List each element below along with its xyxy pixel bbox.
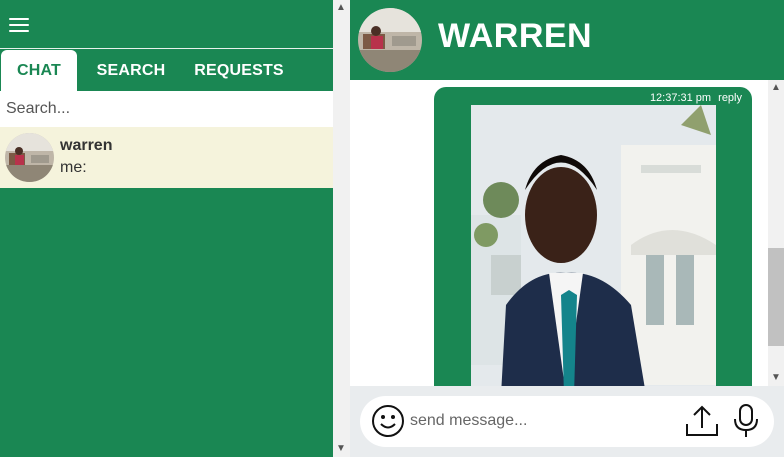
scroll-down-arrow-icon[interactable]: ▼ — [333, 441, 349, 457]
search-input[interactable] — [0, 91, 333, 127]
conversation-title: WARREN — [438, 17, 593, 55]
tab-bar: CHAT SEARCH REQUESTS — [0, 50, 333, 91]
sidebar-topbar — [0, 0, 333, 49]
tab-chat[interactable]: CHAT — [1, 50, 77, 91]
sidebar-scrollbar[interactable]: ▲ ▼ — [333, 0, 350, 457]
tab-requests[interactable]: REQUESTS — [186, 50, 292, 91]
conversation-header: WARREN — [350, 0, 784, 80]
reply-link[interactable]: reply — [718, 92, 742, 104]
messages-scrollbar[interactable]: ▲ ▼ — [768, 80, 784, 386]
smiley-icon[interactable] — [371, 404, 405, 438]
scrollbar-thumb[interactable] — [768, 248, 784, 346]
message-meta: 12:37:31 pm reply — [650, 92, 742, 104]
scroll-down-arrow-icon[interactable]: ▼ — [768, 370, 784, 386]
scroll-up-arrow-icon[interactable]: ▲ — [768, 80, 784, 96]
sidebar: CHAT SEARCH REQUESTS warren me: — [0, 0, 333, 457]
chat-list-item[interactable]: warren me: — [0, 127, 333, 188]
tab-search[interactable]: SEARCH — [83, 50, 179, 91]
menu-icon[interactable] — [9, 18, 29, 32]
microphone-icon[interactable] — [732, 403, 760, 439]
chat-contact-name: warren — [60, 137, 113, 154]
upload-icon[interactable] — [684, 404, 720, 438]
message-image[interactable] — [471, 105, 716, 386]
message-bubble: 12:37:31 pm reply — [434, 87, 752, 386]
message-time: 12:37:31 pm — [649, 92, 712, 104]
message-input[interactable] — [410, 409, 670, 433]
message-composer — [360, 396, 774, 447]
avatar — [5, 133, 54, 182]
message-list: 12:37:31 pm reply — [350, 80, 768, 386]
scroll-up-arrow-icon[interactable]: ▲ — [333, 0, 349, 16]
contact-avatar[interactable] — [358, 8, 422, 72]
chat-last-message: me: — [60, 159, 87, 176]
